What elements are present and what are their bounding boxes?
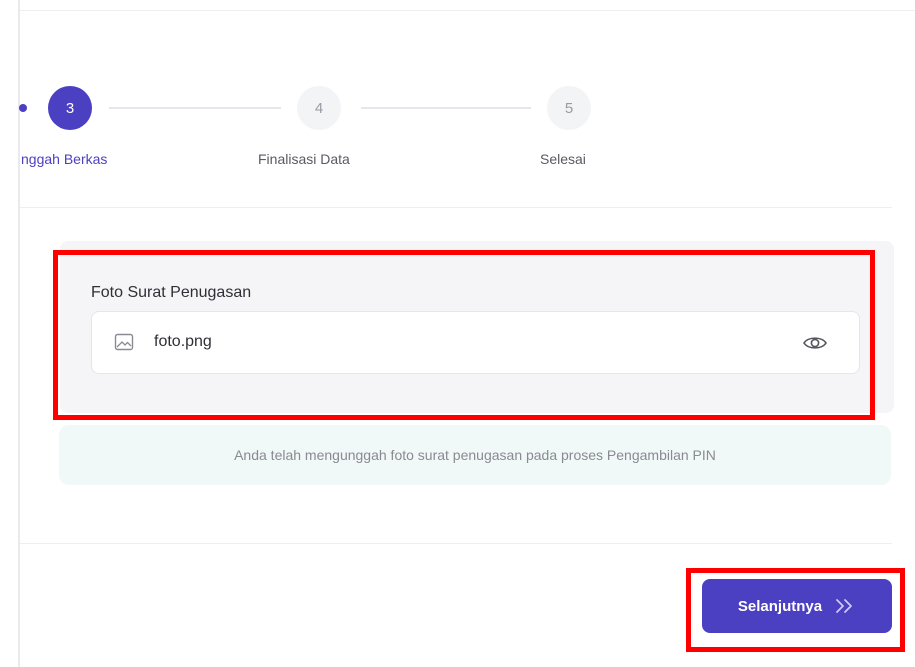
step-3-circle: 3	[48, 86, 92, 130]
step-5-number: 5	[564, 99, 574, 117]
step-3-number: 3	[65, 99, 75, 117]
section-divider	[20, 207, 892, 208]
step-4-circle: 4	[297, 86, 341, 130]
step-5-circle: 5	[547, 86, 591, 130]
step-3-label: nggah Berkas	[21, 151, 108, 167]
section-divider	[20, 543, 892, 544]
upload-highlight-box	[53, 250, 875, 420]
info-banner-text: Anda telah mengunggah foto surat penugas…	[234, 447, 716, 463]
step-connector	[109, 107, 281, 109]
step-connector	[361, 107, 531, 109]
step-5-label: Selesai	[540, 151, 586, 167]
step-4-label: Finalisasi Data	[258, 151, 350, 167]
step-4-number: 4	[314, 99, 324, 117]
info-banner: Anda telah mengunggah foto surat penugas…	[59, 425, 891, 485]
progress-stepper: 3 4 5 nggah Berkas Finalisasi Data Seles…	[0, 0, 915, 200]
next-button-highlight-box	[686, 568, 905, 652]
previous-step-indicator	[19, 104, 27, 112]
